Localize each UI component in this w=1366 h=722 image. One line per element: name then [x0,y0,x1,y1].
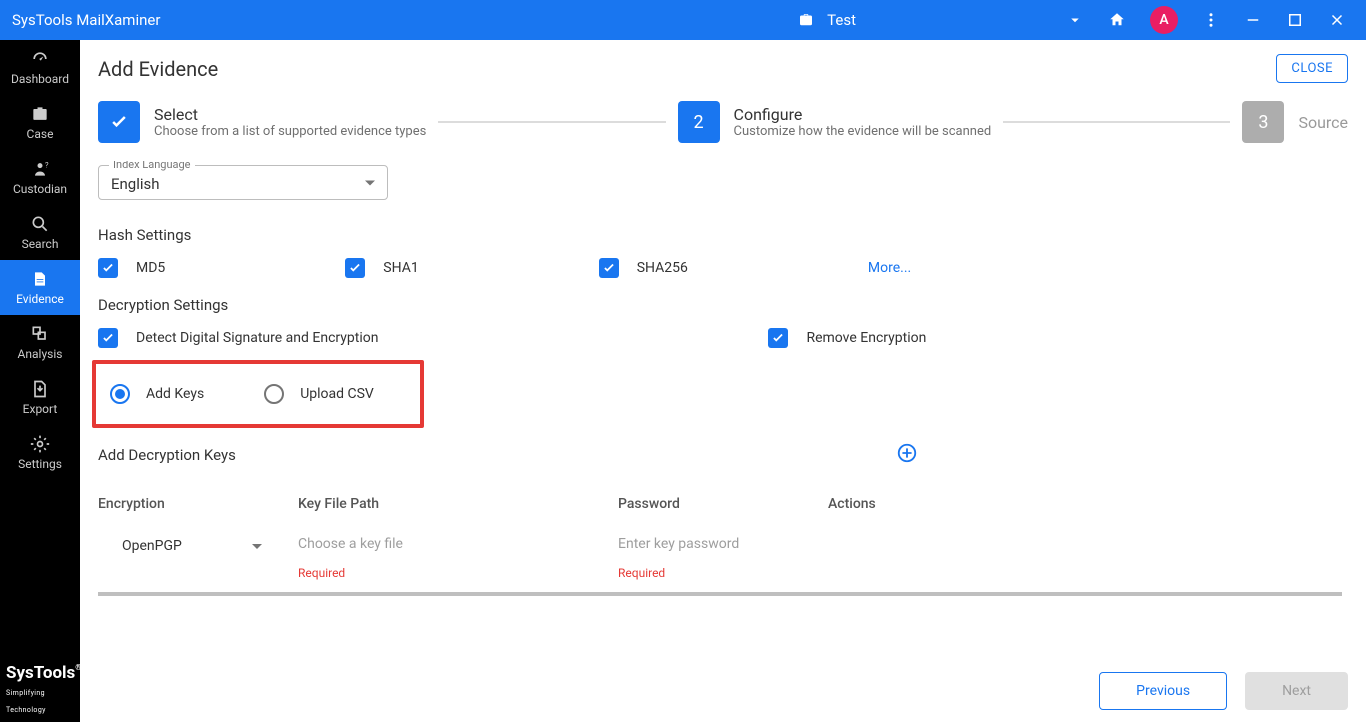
sidebar-item-label: Dashboard [11,72,69,86]
maximize-icon[interactable] [1286,11,1304,29]
keys-table: Encryption Key File Path Password Action… [98,486,898,580]
checkbox-label: Remove Encryption [806,330,926,346]
th-password: Password [618,486,828,522]
sidebar-item-label: Custodian [13,182,67,196]
hash-settings-title: Hash Settings [98,226,1348,244]
step-source[interactable]: 3 Source [1242,101,1348,143]
checkbox-md5[interactable]: MD5 [98,258,165,278]
bottom-scrollbar[interactable] [98,592,1342,596]
sidebar-item-label: Evidence [16,292,64,306]
app-title: SysTools MailXaminer [8,11,160,29]
th-encryption: Encryption [98,486,298,522]
sidebar-item-custodian[interactable]: ? Custodian [0,150,80,205]
briefcase-icon [797,11,815,29]
close-button[interactable]: CLOSE [1276,54,1348,83]
checkbox-label: SHA1 [383,260,418,276]
checkbox-remove-encryption[interactable]: Remove Encryption [768,328,926,348]
checkbox-checked-icon [98,258,118,278]
step-configure[interactable]: 2 Configure Customize how the evidence w… [678,101,992,143]
index-language-value: English [111,175,160,193]
chevron-down-icon [252,544,262,549]
sidebar-item-label: Case [27,127,54,141]
avatar[interactable]: A [1150,6,1178,34]
table-row: OpenPGP Choose a key file Required Enter… [98,522,898,580]
step-number: 3 [1242,101,1284,143]
more-vert-icon[interactable] [1202,11,1220,29]
stepper: Select Choose from a list of supported e… [80,93,1366,161]
sidebar: Dashboard Case ? Custodian Search Eviden… [0,40,80,722]
sidebar-item-label: Settings [18,457,62,471]
checkbox-checked-icon [98,328,118,348]
caret-down-icon[interactable] [1066,11,1084,29]
chevron-down-icon [365,180,375,185]
previous-button[interactable]: Previous [1099,672,1227,710]
titlebar-case[interactable]: Test [787,7,866,33]
step-title: Select [154,105,426,124]
required-label: Required [298,566,618,580]
radio-label: Add Keys [146,386,204,402]
sidebar-item-dashboard[interactable]: Dashboard [0,40,80,95]
radio-upload-csv[interactable]: Upload CSV [264,384,374,404]
radio-label: Upload CSV [300,386,374,402]
sidebar-item-label: Search [22,237,59,251]
step-select[interactable]: Select Choose from a list of supported e… [98,101,426,143]
encryption-select[interactable]: OpenPGP [112,532,298,560]
step-title: Configure [734,105,992,124]
check-icon [109,112,129,132]
plus-circle-icon [896,442,918,464]
index-language-select[interactable]: Index Language English [98,165,388,200]
sidebar-item-label: Export [23,402,58,416]
main-area: Add Evidence CLOSE Select Choose from a … [80,40,1366,722]
titlebar-case-name: Test [827,11,856,29]
decryption-settings-title: Decryption Settings [98,296,1348,314]
checkbox-label: Detect Digital Signature and Encryption [136,330,378,346]
add-key-button[interactable] [896,442,918,468]
field-label: Index Language [109,161,195,171]
checkbox-detect-signature[interactable]: Detect Digital Signature and Encryption [98,328,378,348]
checkbox-checked-icon [599,258,619,278]
radio-unselected-icon [264,384,284,404]
step-desc: Customize how the evidence will be scann… [734,124,992,139]
page-title: Add Evidence [98,57,218,81]
home-icon[interactable] [1108,11,1126,29]
radio-add-keys[interactable]: Add Keys [110,384,204,404]
checkbox-label: MD5 [136,260,165,276]
th-key-path: Key File Path [298,486,618,522]
minimize-icon[interactable] [1244,11,1262,29]
titlebar: SysTools MailXaminer Test A [0,0,1366,40]
sidebar-item-case[interactable]: Case [0,95,80,150]
sidebar-item-export[interactable]: Export [0,370,80,425]
required-label: Required [618,566,828,580]
encryption-value: OpenPGP [122,538,182,554]
checkbox-checked-icon [768,328,788,348]
sidebar-item-evidence[interactable]: Evidence [0,260,80,315]
th-actions: Actions [828,486,898,522]
checkbox-sha256[interactable]: SHA256 [599,258,688,278]
sidebar-item-search[interactable]: Search [0,205,80,260]
step-title: Source [1298,113,1348,132]
key-mode-highlight: Add Keys Upload CSV [92,360,424,428]
brand-logo: SysTools® Simplifying Technology [0,659,80,722]
radio-selected-icon [110,384,130,404]
close-window-icon[interactable] [1328,11,1346,29]
checkbox-label: SHA256 [637,260,688,276]
checkbox-sha1[interactable]: SHA1 [345,258,418,278]
wizard-footer: Previous Next [80,660,1366,722]
key-password-input[interactable]: Enter key password [618,532,828,556]
svg-text:?: ? [45,160,49,169]
sidebar-item-settings[interactable]: Settings [0,425,80,480]
sidebar-item-label: Analysis [18,347,63,361]
add-decryption-keys-title: Add Decryption Keys [98,446,896,464]
step-number: 2 [678,101,720,143]
key-file-input[interactable]: Choose a key file [298,532,618,556]
next-button[interactable]: Next [1245,672,1348,710]
checkbox-checked-icon [345,258,365,278]
content-scroll[interactable]: Index Language English Hash Settings MD5… [80,161,1366,660]
sidebar-item-analysis[interactable]: Analysis [0,315,80,370]
hash-more-link[interactable]: More... [868,260,911,276]
step-desc: Choose from a list of supported evidence… [154,124,426,139]
